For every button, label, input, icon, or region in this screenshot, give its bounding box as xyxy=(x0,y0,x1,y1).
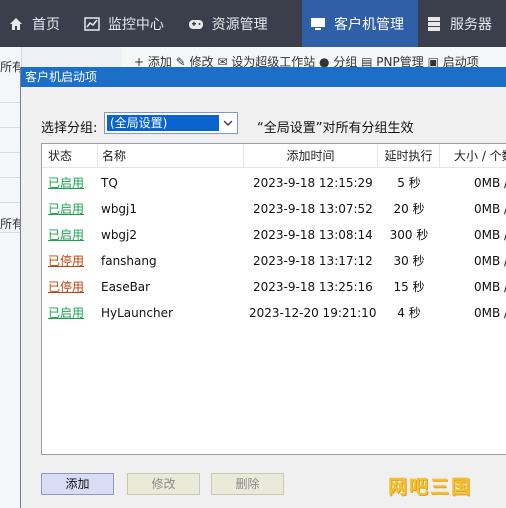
column-header-name[interactable]: 名称 xyxy=(98,144,244,168)
status-link[interactable]: 已停用 xyxy=(48,274,84,300)
table-row[interactable]: 已启用 TQ 2023-9-18 12:15:29 5 秒 0MB / xyxy=(42,170,506,196)
group-select[interactable]: (全局设置) xyxy=(104,112,238,134)
item-added-time: 2023-9-18 13:17:12 xyxy=(253,254,373,268)
edit-button[interactable]: 修改 xyxy=(127,473,200,495)
top-nav: 首页 监控中心 资源管理 客户机管理 服务器 xyxy=(0,0,506,47)
item-delay: 5 秒 xyxy=(397,176,421,190)
item-size: 0MB / xyxy=(474,202,506,216)
nav-client[interactable]: 客户机管理 xyxy=(302,0,418,47)
watermark-logo: 网吧三国 xyxy=(388,476,473,498)
status-link[interactable]: 已启用 xyxy=(48,170,84,196)
item-added-time: 2023-9-18 13:25:16 xyxy=(253,280,373,294)
global-settings-hint: “全局设置”对所有分组生效 xyxy=(257,121,414,136)
item-delay: 4 秒 xyxy=(397,306,421,320)
status-link[interactable]: 已启用 xyxy=(48,222,84,248)
item-name: fanshang xyxy=(101,254,157,268)
item-delay: 30 秒 xyxy=(393,254,425,268)
item-delay: 15 秒 xyxy=(393,280,425,294)
column-header-added-time[interactable]: 添加时间 xyxy=(244,144,378,168)
chevron-down-icon xyxy=(222,117,234,129)
item-added-time: 2023-12-20 19:21:10 xyxy=(249,306,377,320)
background-group-label-2: 所有 xyxy=(0,217,20,231)
table-row[interactable]: 已停用 EaseBar 2023-9-18 13:25:16 15 秒 0MB … xyxy=(42,274,506,300)
list-header: 状态 名称 添加时间 延时执行 大小 / 个数 xyxy=(42,144,506,168)
nav-server[interactable]: 服务器 xyxy=(418,0,506,47)
startup-items-list[interactable]: 状态 名称 添加时间 延时执行 大小 / 个数 已启用 TQ 2023-9-18… xyxy=(41,143,506,455)
gamepad-icon xyxy=(188,16,204,32)
table-row[interactable]: 已启用 HyLauncher 2023-12-20 19:21:10 4 秒 0… xyxy=(42,300,506,326)
item-name: HyLauncher xyxy=(101,306,173,320)
table-row[interactable]: 已启用 wbgj1 2023-9-18 13:07:52 20 秒 0MB / xyxy=(42,196,506,222)
item-added-time: 2023-9-18 13:08:14 xyxy=(253,228,373,242)
item-size: 0MB / xyxy=(474,176,506,190)
nav-monitor-label: 监控中心 xyxy=(107,16,164,33)
column-header-size[interactable]: 大小 / 个数 xyxy=(440,144,506,168)
nav-resource[interactable]: 资源管理 xyxy=(180,0,302,47)
column-header-delay[interactable]: 延时执行 xyxy=(378,144,440,168)
startup-items-dialog: 客户机启动项 选择分组: (全局设置) “全局设置”对所有分组生效 状态 名称 … xyxy=(20,67,506,508)
background-sidebar xyxy=(0,47,22,508)
status-link[interactable]: 已停用 xyxy=(48,248,84,274)
add-button[interactable]: 添加 xyxy=(41,473,114,495)
item-added-time: 2023-9-18 13:07:52 xyxy=(253,202,373,216)
item-delay: 300 秒 xyxy=(389,228,429,242)
monitor-icon xyxy=(310,16,326,32)
delete-button[interactable]: 删除 xyxy=(211,473,284,495)
table-row[interactable]: 已启用 wbgj2 2023-9-18 13:08:14 300 秒 0MB / xyxy=(42,222,506,248)
item-name: TQ xyxy=(101,176,118,190)
server-icon xyxy=(426,16,442,32)
item-size: 0MB / xyxy=(474,306,506,320)
group-select-label: 选择分组: xyxy=(41,121,98,136)
item-size: 0MB / xyxy=(474,280,506,294)
nav-monitor[interactable]: 监控中心 xyxy=(76,0,180,47)
item-delay: 20 秒 xyxy=(393,202,425,216)
status-link[interactable]: 已启用 xyxy=(48,300,84,326)
item-name: EaseBar xyxy=(101,280,151,294)
group-select-value: (全局设置) xyxy=(107,115,219,131)
nav-home-label: 首页 xyxy=(32,16,60,33)
item-name: wbgj2 xyxy=(101,228,138,242)
background-toolbar: + 添加 ✎ 修改 ✉ 设为超级工作站 ● 分组 ▤ PNP管理 ▣ 启动项 xyxy=(122,47,506,69)
item-size: 0MB / xyxy=(474,254,506,268)
column-header-status[interactable]: 状态 xyxy=(42,144,98,168)
monitor-chart-icon xyxy=(84,16,100,32)
item-added-time: 2023-9-18 12:15:29 xyxy=(253,176,373,190)
nav-server-label: 服务器 xyxy=(450,16,492,33)
table-row[interactable]: 已停用 fanshang 2023-9-18 13:17:12 30 秒 0MB… xyxy=(42,248,506,274)
background-group-label: 所有客户机 xyxy=(0,60,20,74)
home-icon xyxy=(8,16,24,32)
status-link[interactable]: 已启用 xyxy=(48,196,84,222)
nav-resource-label: 资源管理 xyxy=(211,16,268,33)
nav-client-label: 客户机管理 xyxy=(334,16,404,33)
nav-home[interactable]: 首页 xyxy=(0,0,76,47)
item-size: 0MB / xyxy=(474,228,506,242)
item-name: wbgj1 xyxy=(101,202,138,216)
dialog-title: 客户机启动项 xyxy=(21,67,506,87)
